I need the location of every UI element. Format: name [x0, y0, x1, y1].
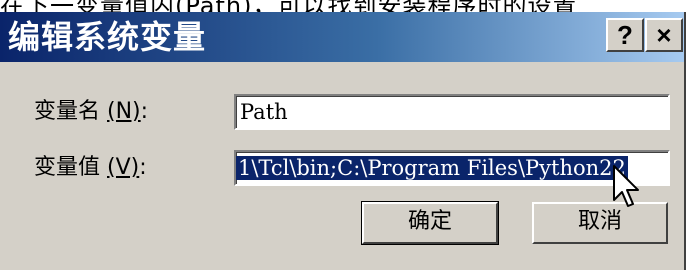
background-text: 在下一变量值内(Path)，可以找到安装程序时的设置	[0, 0, 577, 12]
variable-name-label-text: 变量名	[34, 99, 101, 124]
variable-name-label: 变量名 (N):	[34, 98, 148, 126]
ok-button[interactable]: 确定	[361, 201, 499, 245]
close-button[interactable]: ×	[645, 18, 683, 52]
variable-name-mnemonic: (N)	[107, 99, 141, 124]
variable-value-input[interactable]: 1\Tcl\bin;C:\Program Files\Python22	[234, 150, 670, 186]
variable-value-mnemonic: (V)	[107, 155, 140, 180]
variable-name-colon: :	[140, 99, 149, 124]
mouse-pointer-icon	[613, 165, 639, 207]
help-button[interactable]: ?	[606, 18, 644, 52]
edit-system-variable-dialog: 编辑系统变量 ? × 变量名 (N): Path 变量值 (V): 1\Tcl\…	[0, 12, 686, 270]
variable-value-selected-text: 1\Tcl\bin;C:\Program Files\Python22	[236, 156, 628, 180]
dialog-title: 编辑系统变量	[8, 18, 207, 56]
variable-value-label: 变量值 (V):	[34, 154, 147, 182]
cancel-button[interactable]: 取消	[532, 202, 668, 244]
background-text-strip: 在下一变量值内(Path)，可以找到安装程序时的设置	[0, 0, 686, 12]
title-bar[interactable]: 编辑系统变量 ? ×	[0, 12, 684, 62]
variable-value-label-text: 变量值	[34, 155, 101, 180]
variable-value-colon: :	[139, 155, 147, 180]
variable-name-value: Path	[240, 100, 288, 124]
variable-name-input[interactable]: Path	[234, 94, 670, 130]
